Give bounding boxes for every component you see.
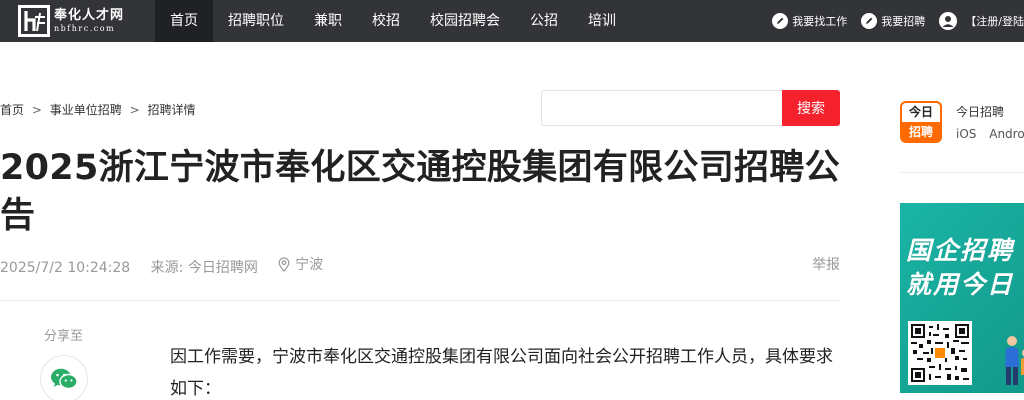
ios-download-link[interactable]: iOS bbox=[956, 127, 976, 141]
nav-item-parttime[interactable]: 兼职 bbox=[299, 0, 357, 42]
breadcrumb-current: 招聘详情 bbox=[147, 103, 196, 117]
nav-item-campus-fair[interactable]: 校园招聘会 bbox=[415, 0, 515, 42]
nav-item-campus-recruit[interactable]: 校招 bbox=[357, 0, 415, 42]
edit-icon bbox=[861, 13, 878, 29]
android-download-link[interactable]: Android bbox=[989, 127, 1024, 141]
hire-label: 我要招聘 bbox=[881, 15, 926, 28]
nav-item-home[interactable]: 首页 bbox=[155, 0, 213, 42]
edit-icon bbox=[772, 13, 789, 29]
site-logo[interactable]: 奉化人才网 nbfhrc.com bbox=[18, 5, 124, 37]
search-bar: 搜索 bbox=[541, 90, 840, 126]
people-illustration-icon bbox=[1000, 331, 1024, 393]
breadcrumb-separator: > bbox=[31, 103, 42, 117]
banner-headline-2: 就用今日 bbox=[906, 270, 1015, 299]
article-meta: 2025/7/2 10:24:28 来源: 今日招聘网 宁波 举报 bbox=[0, 254, 840, 277]
register-login-link[interactable]: 【注册/登陆 bbox=[939, 12, 1024, 30]
promo-banner[interactable]: 国企招聘 就用今日 bbox=[900, 203, 1024, 393]
app-logo-top-text: 今日 bbox=[900, 101, 942, 122]
map-pin-icon bbox=[278, 256, 290, 272]
app-logo-bottom-text: 招聘 bbox=[908, 125, 933, 139]
top-navigation-bar: 奉化人才网 nbfhrc.com 首页 招聘职位 兼职 校招 校园招聘会 公招 … bbox=[0, 0, 1024, 42]
article-body: 因工作需要，宁波市奉化区交通控股集团有限公司面向社会公开招聘工作人员，具体要求如… bbox=[170, 347, 833, 399]
nav-item-jobs[interactable]: 招聘职位 bbox=[213, 0, 299, 42]
search-button[interactable]: 搜索 bbox=[782, 90, 840, 126]
share-wechat-button[interactable] bbox=[40, 355, 88, 400]
publish-datetime: 2025/7/2 10:24:28 bbox=[0, 259, 131, 276]
search-input[interactable] bbox=[541, 90, 782, 126]
article-location: 宁波 bbox=[278, 254, 323, 274]
breadcrumb-separator: > bbox=[129, 103, 140, 117]
page-title: 2025浙江宁波市奉化区交通控股集团有限公司招聘公告 bbox=[0, 148, 840, 236]
logo-text-en: nbfhrc.com bbox=[54, 24, 116, 33]
breadcrumb: 首页 > 事业单位招聘 > 招聘详情 bbox=[0, 101, 195, 118]
register-login-label: 【注册/登陆 bbox=[965, 15, 1024, 28]
share-label: 分享至 bbox=[44, 329, 84, 344]
breadcrumb-category[interactable]: 事业单位招聘 bbox=[50, 103, 122, 117]
app-logo[interactable]: 今日 招聘 bbox=[900, 101, 942, 143]
main-nav: 首页 招聘职位 兼职 校招 校园招聘会 公招 培训 bbox=[155, 0, 631, 42]
nav-item-training[interactable]: 培训 bbox=[573, 0, 631, 42]
nav-item-public-recruit[interactable]: 公招 bbox=[515, 0, 573, 42]
find-job-link[interactable]: 我要找工作 bbox=[772, 13, 847, 29]
banner-headline-1: 国企招聘 bbox=[906, 236, 1015, 265]
user-links: 我要找工作 我要招聘 【注册/登陆 bbox=[758, 0, 1024, 42]
user-icon bbox=[939, 12, 958, 30]
find-job-label: 我要找工作 bbox=[792, 15, 848, 28]
sidebar-divider bbox=[900, 172, 1024, 173]
qr-code-icon bbox=[908, 321, 972, 385]
location-label: 宁波 bbox=[295, 257, 324, 273]
article-source: 来源: 今日招聘网 bbox=[150, 259, 258, 276]
app-name: 今日招聘 bbox=[956, 105, 1005, 119]
hire-link[interactable]: 我要招聘 bbox=[861, 13, 925, 29]
wechat-icon bbox=[51, 368, 78, 390]
app-platforms: iOS Android bbox=[956, 127, 1024, 141]
logo-mark-icon bbox=[18, 5, 50, 37]
logo-text-cn: 奉化人才网 bbox=[54, 8, 125, 23]
app-download-box: 今日 招聘 今日招聘 iOS Android bbox=[900, 101, 1024, 145]
breadcrumb-home[interactable]: 首页 bbox=[0, 103, 24, 117]
report-link[interactable]: 举报 bbox=[812, 254, 840, 274]
divider bbox=[0, 300, 840, 301]
